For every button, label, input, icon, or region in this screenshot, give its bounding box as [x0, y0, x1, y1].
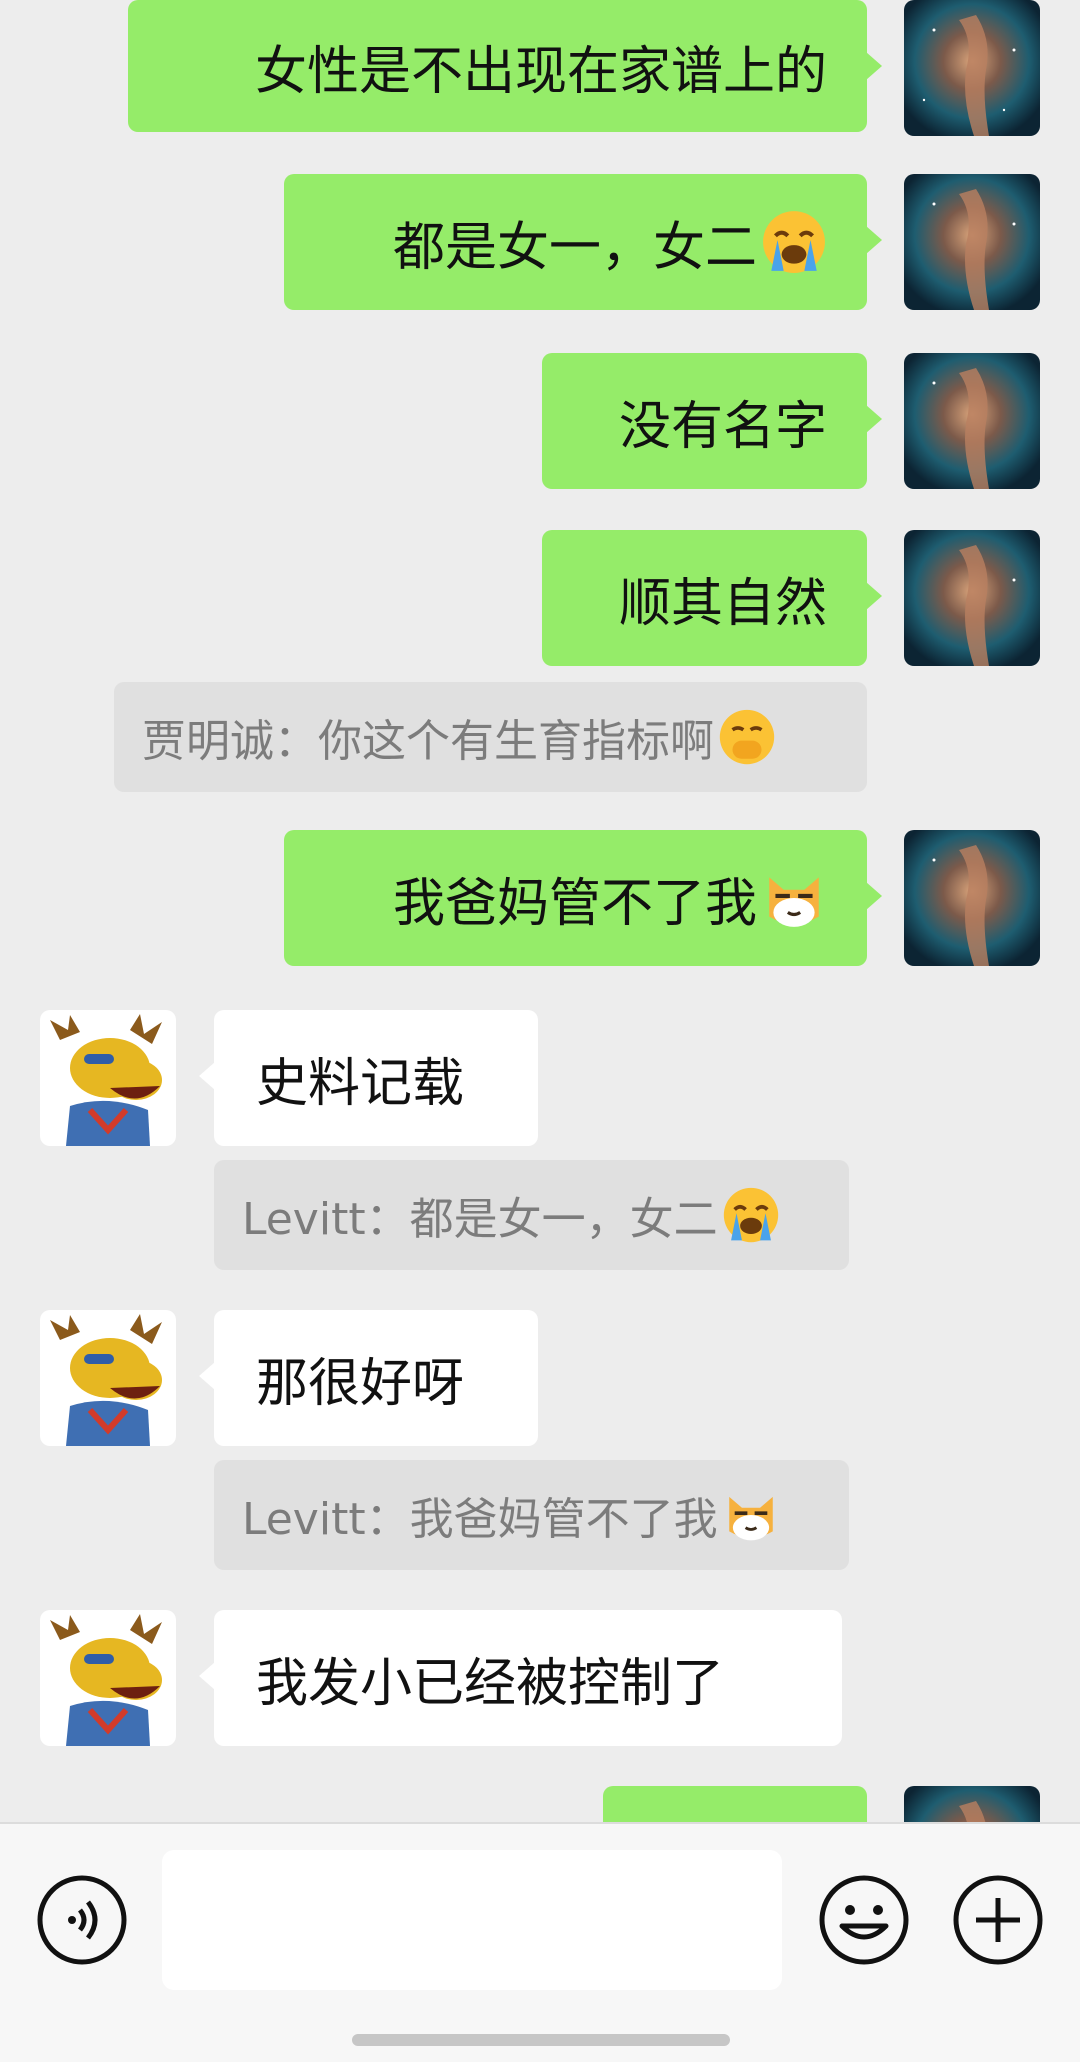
contact-avatar[interactable] [40, 1610, 176, 1746]
quoted-message[interactable]: Levitt：我爸妈管不了我 [214, 1460, 849, 1570]
contact-avatar[interactable] [40, 1010, 176, 1146]
loudly-crying-face-icon [761, 209, 827, 275]
my-avatar[interactable] [904, 1786, 1040, 1822]
message-bubble-partial[interactable] [603, 1786, 867, 1822]
message-bubble[interactable]: 那很好呀 [199, 1310, 538, 1446]
voice-icon[interactable] [36, 1874, 128, 1966]
message-text: 我爸妈管不了我 [392, 873, 757, 934]
quote-text: Levitt：我爸妈管不了我 [242, 1494, 718, 1545]
message-text: 顺其自然 [618, 573, 827, 634]
emoji-icon[interactable] [818, 1874, 910, 1966]
message-bubble[interactable]: 我爸妈管不了我 [284, 830, 882, 966]
my-avatar[interactable] [904, 530, 1040, 666]
message-bubble[interactable]: 女性是不出现在家谱上的 [128, 0, 882, 132]
quote-text: 贾明诚：你这个有生育指标啊 [142, 716, 714, 767]
my-avatar[interactable] [904, 0, 1040, 136]
plus-icon[interactable] [952, 1874, 1044, 1966]
message-text: 那很好呀 [256, 1353, 465, 1414]
message-text: 史料记载 [256, 1053, 465, 1114]
message-bubble[interactable]: 我发小已经被控制了 [199, 1610, 842, 1746]
message-bubble[interactable]: 顺其自然 [542, 530, 882, 666]
smug-doge-cat-icon [722, 1486, 780, 1544]
message-bubble[interactable]: 史料记载 [199, 1010, 538, 1146]
chat-area: 女性是不出现在家谱上的 都是女一，女二 没有名字 顺其自然 贾明诚：你这个有生育… [0, 0, 1080, 1822]
my-avatar[interactable] [904, 353, 1040, 489]
smug-doge-cat-icon [761, 865, 827, 931]
quote-text: Levitt：都是女一，女二 [242, 1194, 718, 1245]
message-text: 没有名字 [618, 396, 827, 457]
my-avatar[interactable] [904, 174, 1040, 310]
input-bar [0, 1822, 1080, 2062]
my-avatar[interactable] [904, 830, 1040, 966]
message-text: 我发小已经被控制了 [256, 1653, 725, 1714]
home-indicator [352, 2034, 730, 2046]
message-text: 都是女一，女二 [392, 217, 757, 278]
face-with-hand-over-mouth-icon [718, 708, 776, 766]
quoted-message[interactable]: Levitt：都是女一，女二 [214, 1160, 849, 1270]
loudly-crying-face-icon [722, 1186, 780, 1244]
message-input[interactable] [162, 1850, 782, 1990]
quoted-message[interactable]: 贾明诚：你这个有生育指标啊 [114, 682, 867, 792]
contact-avatar[interactable] [40, 1310, 176, 1446]
message-bubble[interactable]: 都是女一，女二 [284, 174, 882, 310]
message-text: 女性是不出现在家谱上的 [254, 41, 827, 102]
message-bubble[interactable]: 没有名字 [542, 353, 882, 489]
